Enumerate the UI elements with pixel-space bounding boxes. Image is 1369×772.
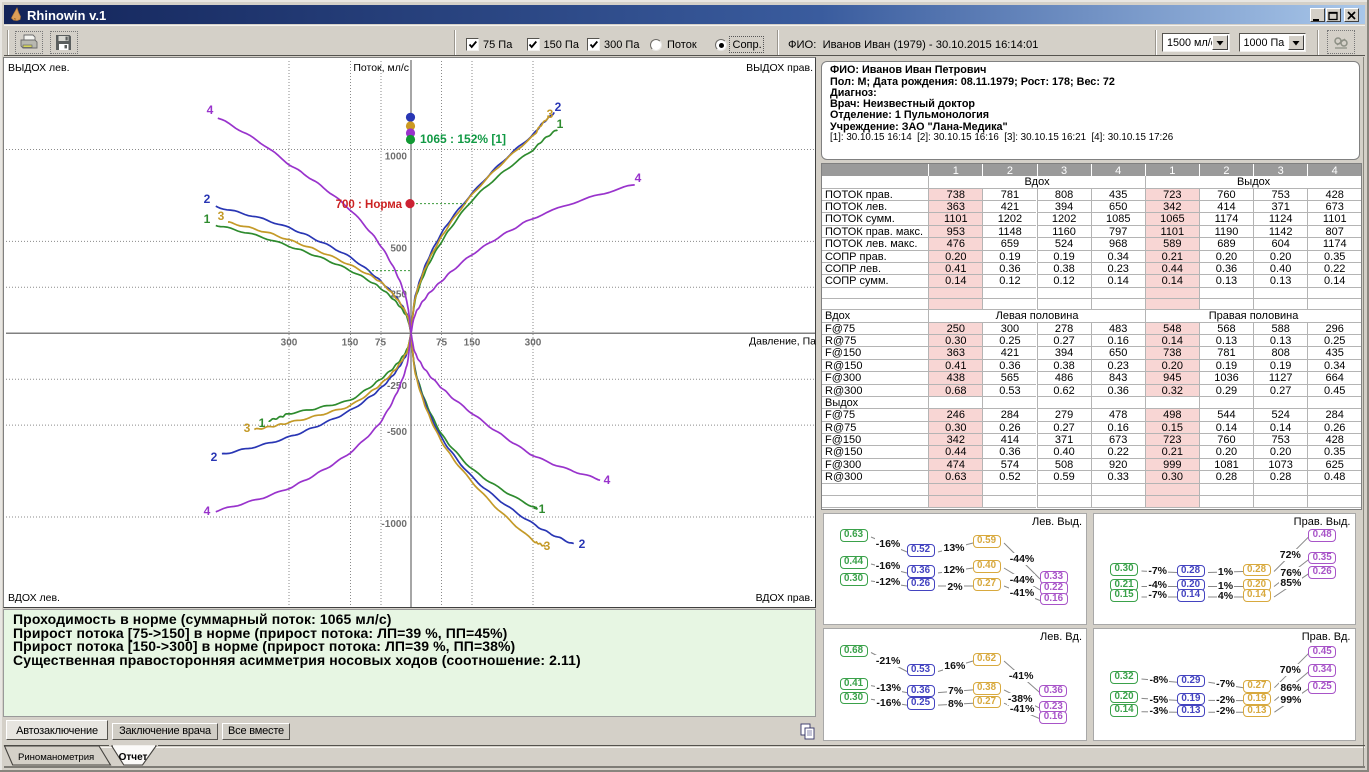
svg-text:Риноманометрия: Риноманометрия	[18, 752, 94, 763]
svg-text:150: 150	[464, 337, 481, 348]
svg-text:75: 75	[436, 337, 448, 348]
svg-text:1000: 1000	[385, 152, 408, 163]
svg-text:2: 2	[211, 450, 218, 464]
svg-text:2: 2	[204, 192, 211, 206]
svg-text:300: 300	[281, 337, 298, 348]
svg-text:3: 3	[544, 539, 551, 553]
svg-text:1: 1	[557, 117, 564, 131]
svg-text:-250: -250	[387, 381, 407, 392]
svg-text:4: 4	[604, 473, 611, 487]
svg-text:Давление, Па: Давление, Па	[749, 335, 816, 347]
svg-text:ВЫДОХ прав.: ВЫДОХ прав.	[746, 62, 813, 74]
svg-text:75: 75	[375, 337, 387, 348]
svg-text:3: 3	[547, 107, 554, 121]
svg-text:2: 2	[579, 537, 586, 551]
svg-text:2: 2	[555, 100, 562, 114]
svg-text:150: 150	[342, 337, 359, 348]
svg-text:3: 3	[244, 421, 251, 435]
svg-text:ВЫДОХ лев.: ВЫДОХ лев.	[8, 62, 70, 74]
svg-text:Отчет: Отчет	[119, 752, 148, 763]
svg-text:3: 3	[218, 209, 225, 223]
svg-text:4: 4	[207, 103, 214, 117]
svg-text:Поток, мл/с: Поток, мл/с	[353, 62, 409, 74]
svg-text:1: 1	[204, 212, 211, 226]
svg-text:1065 : 152% [1]: 1065 : 152% [1]	[420, 132, 506, 146]
svg-text:4: 4	[635, 171, 642, 185]
svg-text:500: 500	[390, 243, 407, 254]
svg-text:-500: -500	[387, 427, 407, 438]
svg-text:-1000: -1000	[381, 519, 407, 530]
svg-text:ВДОХ прав.: ВДОХ прав.	[756, 592, 813, 604]
svg-text:ВДОХ лев.: ВДОХ лев.	[8, 592, 60, 604]
svg-text:4: 4	[204, 504, 211, 518]
svg-text:300: 300	[525, 337, 542, 348]
svg-text:1: 1	[539, 502, 546, 516]
svg-text:700 : Норма: 700 : Норма	[336, 199, 403, 211]
